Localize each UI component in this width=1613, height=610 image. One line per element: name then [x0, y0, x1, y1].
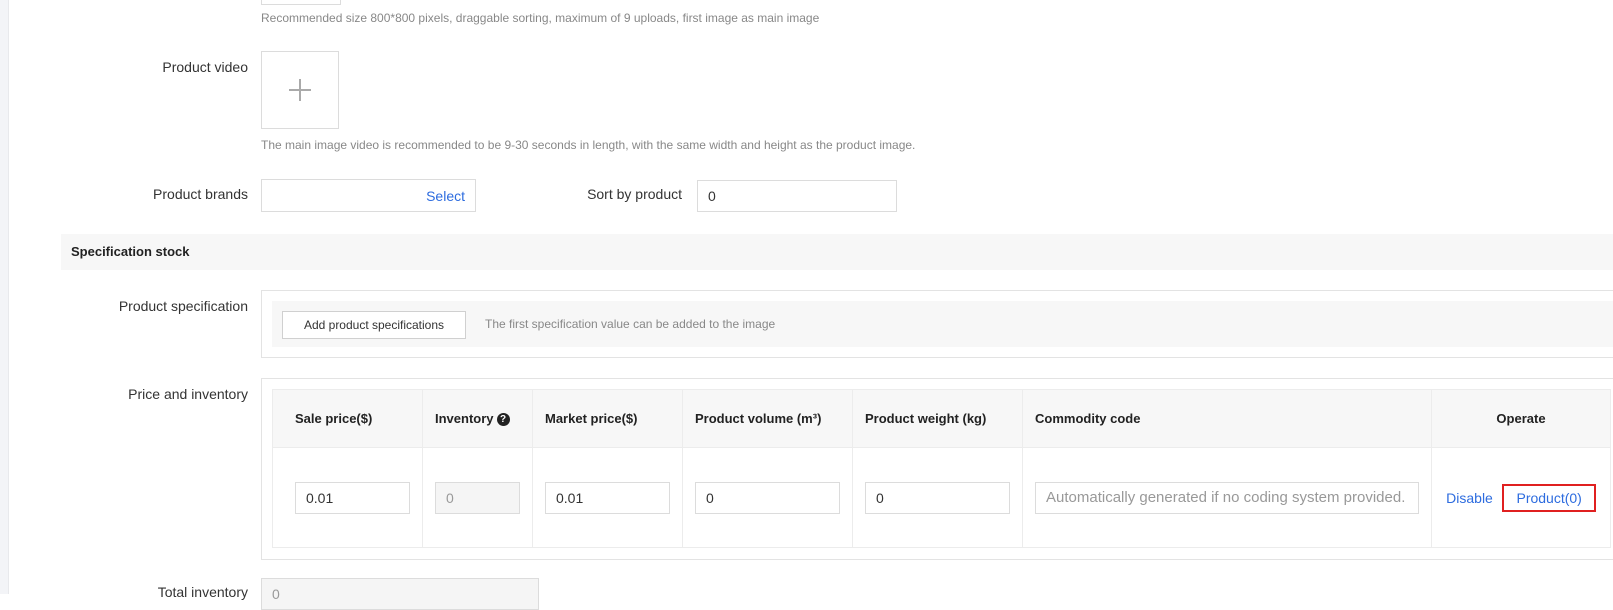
main-image-hint: Recommended size 800*800 pixels, draggab… — [261, 11, 820, 25]
column-header-sale-price: Sale price($) — [272, 389, 423, 448]
product-count-link[interactable]: Product(0) — [1502, 483, 1596, 512]
product-video-hint: The main image video is recommended to b… — [261, 138, 916, 152]
add-specifications-hint: The first specification value can be add… — [485, 317, 776, 331]
market-price-input[interactable] — [545, 481, 670, 514]
video-upload-box[interactable] — [261, 51, 339, 129]
cell-operate: Disable Product(0) — [1431, 447, 1611, 548]
left-sidebar-edge — [0, 0, 9, 594]
commodity-code-input[interactable] — [1035, 481, 1419, 514]
price-inventory-table: Sale price($) Inventory? Market price($)… — [272, 389, 1611, 548]
specification-panel-inner: Add product specifications The first spe… — [272, 301, 1613, 347]
product-brands-label: Product brands — [153, 186, 248, 202]
disable-link[interactable]: Disable — [1446, 490, 1493, 506]
total-inventory-input — [261, 578, 539, 610]
column-header-operate: Operate — [1431, 389, 1611, 448]
cell-product-weight — [852, 447, 1023, 548]
specification-panel: Add product specifications The first spe… — [261, 290, 1613, 358]
sort-by-product-label: Sort by product — [587, 186, 682, 202]
column-header-product-weight: Product weight (kg) — [852, 389, 1023, 448]
cell-inventory — [422, 447, 533, 548]
sale-price-input[interactable] — [295, 481, 410, 514]
sort-by-product-input[interactable] — [697, 180, 897, 212]
column-header-product-volume: Product volume (m³) — [682, 389, 853, 448]
cell-commodity-code — [1022, 447, 1432, 548]
section-title-specification-stock: Specification stock — [61, 234, 1613, 270]
main-image-upload-box[interactable] — [261, 0, 341, 5]
cell-market-price — [532, 447, 683, 548]
column-header-market-price: Market price($) — [532, 389, 683, 448]
inventory-input — [435, 481, 520, 514]
total-inventory-label: Total inventory — [157, 584, 248, 600]
cell-product-volume — [682, 447, 853, 548]
product-specification-label: Product specification — [118, 298, 248, 314]
cell-sale-price — [272, 447, 423, 548]
column-header-inventory: Inventory? — [422, 389, 533, 448]
price-and-inventory-label: Price and inventory — [128, 386, 248, 402]
column-header-commodity-code: Commodity code — [1022, 389, 1432, 448]
product-weight-input[interactable] — [865, 481, 1010, 514]
table-header-row: Sale price($) Inventory? Market price($)… — [272, 389, 1611, 448]
question-circle-icon[interactable]: ? — [496, 413, 510, 426]
plus-icon — [289, 79, 311, 101]
table-row: Disable Product(0) — [272, 447, 1611, 548]
add-product-specifications-button[interactable]: Add product specifications — [282, 311, 466, 339]
brand-select-link[interactable]: Select — [426, 188, 465, 204]
product-brands-field[interactable]: Select — [261, 179, 476, 212]
product-video-label: Product video — [162, 59, 248, 75]
product-volume-input[interactable] — [695, 481, 840, 514]
price-inventory-panel: Sale price($) Inventory? Market price($)… — [261, 378, 1613, 560]
